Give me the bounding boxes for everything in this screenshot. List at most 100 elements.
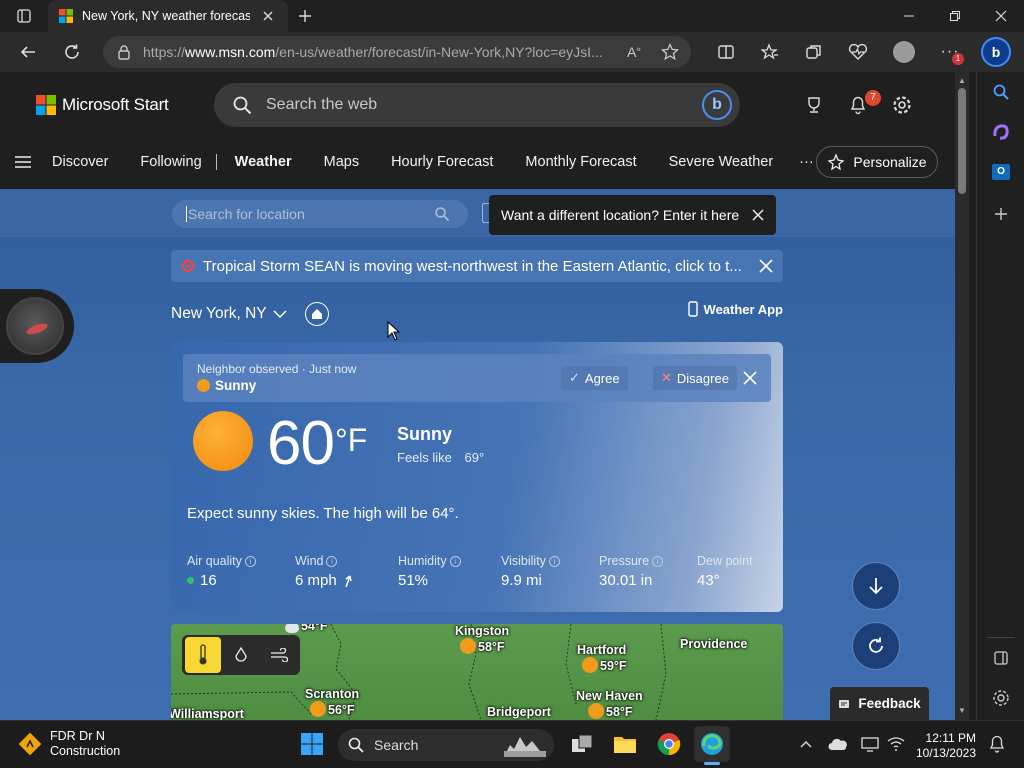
edge-taskbar-icon[interactable] bbox=[694, 726, 730, 765]
close-alert-icon[interactable] bbox=[759, 259, 773, 273]
network-icon[interactable] bbox=[878, 726, 914, 762]
file-explorer-icon[interactable] bbox=[607, 726, 643, 762]
favorites-icon[interactable] bbox=[754, 36, 786, 68]
copilot-icon[interactable] bbox=[985, 116, 1017, 148]
personalize-button[interactable]: Personalize bbox=[816, 146, 938, 178]
sidebar-search-icon[interactable] bbox=[985, 76, 1017, 108]
map-city-bridgeport[interactable]: Bridgeport bbox=[487, 705, 551, 719]
chrome-icon[interactable] bbox=[651, 726, 687, 762]
show-hidden-icons-chevron[interactable] bbox=[788, 726, 824, 762]
notifications-bell-icon[interactable]: 7 bbox=[842, 89, 881, 121]
stat-visibility[interactable]: Visibility i 9.9 mi bbox=[501, 554, 560, 589]
info-icon[interactable]: i bbox=[449, 556, 461, 567]
menu-item-hourly-forecast[interactable]: Hourly Forecast bbox=[391, 154, 493, 170]
back-icon[interactable] bbox=[12, 36, 44, 68]
stat-air-quality[interactable]: Air quality i 16 bbox=[187, 554, 256, 589]
add-sidebar-app-icon[interactable] bbox=[985, 198, 1017, 230]
location-search-input[interactable]: Search for location bbox=[172, 200, 468, 228]
lock-icon[interactable] bbox=[117, 44, 131, 60]
city-name[interactable]: New York, NY bbox=[171, 305, 267, 323]
hamburger-menu-icon[interactable] bbox=[14, 155, 32, 169]
tab-actions-icon[interactable] bbox=[8, 0, 40, 32]
stat-pressure[interactable]: Pressure i 30.01 in bbox=[599, 554, 664, 589]
weather-app-link[interactable]: Weather App bbox=[687, 301, 783, 317]
close-tooltip-icon[interactable] bbox=[752, 209, 764, 221]
refresh-page-button[interactable] bbox=[852, 622, 900, 670]
menu-item-weather[interactable]: Weather bbox=[235, 154, 292, 170]
clock[interactable]: 12:11 PM 10/13/2023 bbox=[910, 731, 976, 761]
disagree-button[interactable]: ✕ Disagree bbox=[653, 366, 737, 390]
info-icon[interactable]: i bbox=[326, 556, 338, 567]
wind-layer-button[interactable] bbox=[261, 637, 297, 673]
menu-item-monthly-forecast[interactable]: Monthly Forecast bbox=[525, 154, 636, 170]
precipitation-layer-button[interactable] bbox=[223, 637, 259, 673]
restore-icon[interactable] bbox=[932, 0, 978, 32]
browser-essentials-icon[interactable] bbox=[842, 36, 874, 68]
url-text[interactable]: https://www.msn.com/en-us/weather/foreca… bbox=[143, 44, 613, 60]
refresh-icon[interactable] bbox=[56, 36, 88, 68]
settings-gear-icon[interactable] bbox=[886, 89, 918, 121]
rewards-trophy-icon[interactable] bbox=[798, 89, 830, 121]
home-location-icon[interactable] bbox=[304, 302, 329, 326]
onedrive-icon[interactable] bbox=[820, 726, 856, 762]
menu-item-maps[interactable]: Maps bbox=[324, 154, 359, 170]
floating-widget[interactable] bbox=[0, 289, 74, 363]
stat-dew-point[interactable]: Dew point i 43° bbox=[697, 554, 767, 589]
map-city-unnamed[interactable]: 54°F bbox=[285, 624, 328, 633]
bing-copilot-icon[interactable]: b bbox=[980, 36, 1012, 68]
microsoft-start-logo[interactable]: Microsoft Start bbox=[36, 95, 169, 115]
more-menu-icon[interactable]: ··· bbox=[799, 154, 814, 170]
page-scrollbar[interactable]: ▲ ▼ bbox=[955, 72, 969, 720]
info-icon[interactable]: i bbox=[652, 556, 664, 567]
storm-alert-banner[interactable]: Tropical Storm SEAN is moving west-north… bbox=[171, 250, 783, 282]
map-city-williamsport[interactable]: Williamsport bbox=[171, 707, 244, 720]
location-search-icon[interactable] bbox=[434, 206, 450, 222]
scroll-up-icon[interactable]: ▲ bbox=[958, 76, 966, 85]
weather-map[interactable]: Kingston 58°F Hartford 59°F Providence Scr… bbox=[171, 624, 783, 720]
sidebar-settings-icon[interactable] bbox=[985, 682, 1017, 714]
settings-more-icon[interactable]: ··· 1 bbox=[934, 36, 966, 68]
address-bar[interactable]: https://www.msn.com/en-us/weather/foreca… bbox=[103, 36, 691, 68]
new-tab-icon[interactable] bbox=[289, 0, 321, 32]
map-city-kingston[interactable]: Kingston 58°F bbox=[455, 624, 509, 654]
split-screen-icon[interactable] bbox=[710, 36, 742, 68]
map-city-new-haven[interactable]: New Haven 58°F bbox=[576, 689, 643, 719]
collections-icon[interactable] bbox=[798, 36, 830, 68]
stat-humidity[interactable]: Humidity i 51% bbox=[398, 554, 461, 589]
info-icon[interactable]: i bbox=[755, 556, 767, 567]
read-aloud-icon[interactable]: A» bbox=[627, 44, 641, 60]
hide-sidebar-icon[interactable] bbox=[985, 642, 1017, 674]
bing-chat-icon[interactable]: b bbox=[702, 90, 732, 120]
map-city-providence[interactable]: Providence bbox=[680, 637, 747, 651]
scrollbar-thumb[interactable] bbox=[958, 88, 966, 194]
stat-wind[interactable]: Wind i 6 mph bbox=[295, 554, 353, 589]
info-icon[interactable]: i bbox=[244, 556, 256, 567]
add-favorite-star-icon[interactable] bbox=[660, 43, 679, 61]
close-observation-icon[interactable] bbox=[743, 371, 757, 385]
menu-item-following[interactable]: Following bbox=[140, 154, 201, 170]
info-icon[interactable]: i bbox=[548, 556, 560, 567]
web-search-box[interactable]: Search the web b bbox=[214, 83, 740, 127]
scroll-down-button[interactable] bbox=[852, 562, 900, 610]
temperature-unit[interactable]: °F bbox=[335, 422, 367, 459]
task-view-icon[interactable] bbox=[564, 726, 600, 762]
browser-tab[interactable]: New York, NY weather forecast | bbox=[48, 0, 288, 32]
notification-center-icon[interactable] bbox=[979, 726, 1015, 762]
chevron-down-icon[interactable] bbox=[273, 309, 287, 319]
start-windows-icon[interactable] bbox=[294, 726, 330, 762]
taskbar-search-box[interactable]: Search bbox=[338, 729, 554, 761]
menu-item-severe-weather[interactable]: Severe Weather bbox=[669, 154, 774, 170]
scroll-down-icon[interactable]: ▼ bbox=[958, 706, 966, 715]
menu-item-discover[interactable]: Discover bbox=[52, 154, 108, 170]
feedback-button[interactable]: Feedback bbox=[830, 687, 929, 720]
close-window-icon[interactable] bbox=[978, 0, 1024, 32]
map-city-hartford[interactable]: Hartford 59°F bbox=[577, 643, 627, 673]
profile-avatar[interactable] bbox=[888, 36, 920, 68]
temperature-layer-button[interactable] bbox=[185, 637, 221, 673]
map-city-scranton[interactable]: Scranton 56°F bbox=[305, 687, 359, 717]
close-tab-icon[interactable] bbox=[262, 10, 274, 22]
traffic-widget[interactable]: FDR Dr N Construction bbox=[18, 729, 120, 759]
agree-button[interactable]: ✓ Agree bbox=[561, 366, 628, 390]
outlook-icon[interactable]: O bbox=[985, 156, 1017, 188]
minimize-icon[interactable] bbox=[886, 0, 932, 32]
